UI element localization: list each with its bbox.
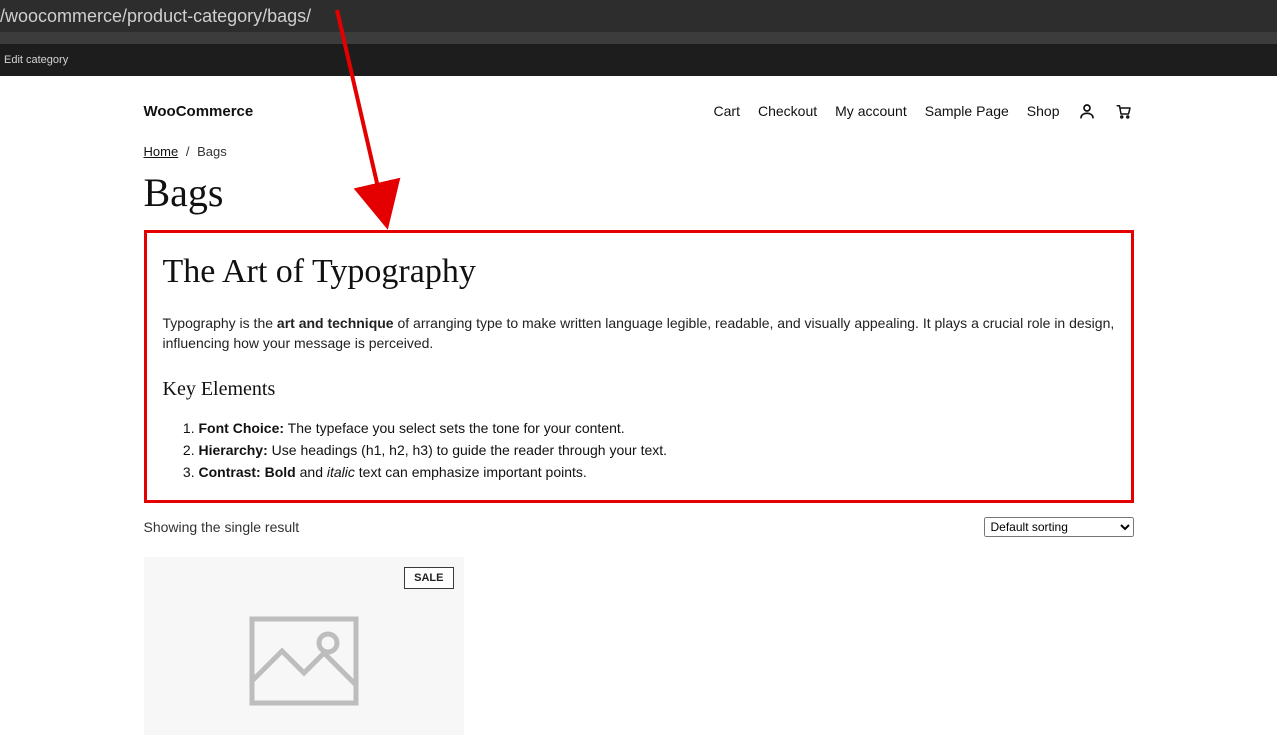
li2-text: Use headings (h1, h2, h3) to guide the r… bbox=[268, 442, 667, 458]
list-item: Hierarchy: Use headings (h1, h2, h3) to … bbox=[199, 439, 1115, 461]
para-lead: Typography is the bbox=[163, 315, 277, 331]
para-bold: art and technique bbox=[277, 315, 394, 331]
nav-sample-page[interactable]: Sample Page bbox=[925, 103, 1009, 119]
nav-my-account[interactable]: My account bbox=[835, 103, 907, 119]
sort-select[interactable]: Default sorting bbox=[984, 517, 1134, 537]
li2-label: Hierarchy: bbox=[199, 442, 268, 458]
breadcrumb-current: Bags bbox=[197, 144, 227, 159]
li1-text: The typeface you select sets the tone fo… bbox=[284, 420, 625, 436]
site-title[interactable]: WooCommerce bbox=[144, 103, 254, 120]
nav-cart[interactable]: Cart bbox=[714, 103, 740, 119]
placeholder-image-icon bbox=[158, 571, 450, 721]
breadcrumb: Home / Bags bbox=[144, 144, 1134, 159]
site-header: WooCommerce Cart Checkout My account Sam… bbox=[144, 96, 1134, 144]
li1-label: Font Choice: bbox=[199, 420, 285, 436]
breadcrumb-separator: / bbox=[186, 144, 190, 159]
product-card[interactable]: SALE bbox=[144, 557, 464, 735]
list-item: Font Choice: The typeface you select set… bbox=[199, 417, 1115, 439]
description-paragraph: Typography is the art and technique of a… bbox=[163, 313, 1115, 354]
category-title: Bags bbox=[144, 169, 1134, 216]
product-grid: SALE bbox=[144, 557, 1134, 735]
breadcrumb-home[interactable]: Home bbox=[144, 144, 179, 159]
li3-bold: Bold bbox=[261, 464, 296, 480]
key-elements-list: Font Choice: The typeface you select set… bbox=[163, 417, 1115, 484]
browser-sub-bar bbox=[0, 32, 1277, 44]
browser-url-bar[interactable]: /woocommerce/product-category/bags/ bbox=[0, 0, 1277, 32]
url-text: /woocommerce/product-category/bags/ bbox=[0, 6, 311, 26]
li3-mid: and bbox=[296, 464, 327, 480]
results-bar: Showing the single result Default sortin… bbox=[144, 517, 1134, 537]
li3-tail: text can emphasize important points. bbox=[355, 464, 587, 480]
list-item: Contrast: Bold and italic text can empha… bbox=[199, 461, 1115, 483]
main-nav: Cart Checkout My account Sample Page Sho… bbox=[714, 102, 1134, 120]
user-icon[interactable] bbox=[1078, 102, 1096, 120]
description-subheading: Key Elements bbox=[163, 378, 1115, 401]
category-description-box: The Art of Typography Typography is the … bbox=[144, 230, 1134, 503]
li3-label: Contrast: bbox=[199, 464, 261, 480]
description-heading: The Art of Typography bbox=[163, 253, 1115, 291]
sale-badge: SALE bbox=[404, 567, 453, 589]
nav-shop[interactable]: Shop bbox=[1027, 103, 1060, 119]
li3-italic: italic bbox=[327, 464, 355, 480]
page-container: WooCommerce Cart Checkout My account Sam… bbox=[144, 76, 1134, 735]
nav-checkout[interactable]: Checkout bbox=[758, 103, 817, 119]
cart-icon[interactable] bbox=[1114, 102, 1134, 120]
wp-admin-bar: Edit category bbox=[0, 44, 1277, 76]
edit-category-link[interactable]: Edit category bbox=[4, 54, 68, 66]
result-count-text: Showing the single result bbox=[144, 519, 300, 535]
